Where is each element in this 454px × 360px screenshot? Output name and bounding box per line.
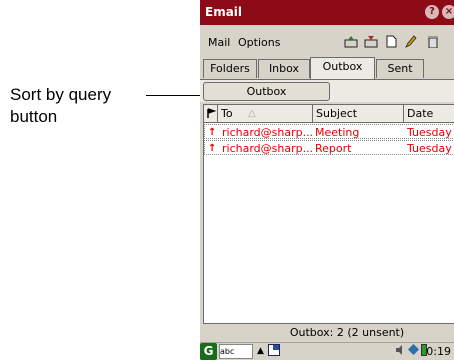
table-row[interactable]: ↑ richard@sharp... Meeting Tuesday	[204, 124, 454, 139]
start-button[interactable]: G	[200, 343, 217, 360]
row-date: Tuesday	[407, 142, 452, 155]
row-date: Tuesday	[407, 126, 452, 139]
flag-column-header[interactable]	[204, 105, 218, 122]
tab-outbox[interactable]: Outbox	[310, 57, 375, 79]
row-subject: Report	[315, 142, 352, 155]
send-receive-icon[interactable]	[344, 35, 358, 48]
column-to[interactable]: To △	[218, 105, 313, 122]
menu-mail[interactable]: Mail	[208, 36, 230, 49]
clock: 0:19	[426, 345, 451, 358]
sort-bar: Outbox	[200, 80, 454, 102]
tab-sent[interactable]: Sent	[376, 59, 424, 78]
table-row[interactable]: ↑ richard@sharp... Report Tuesday	[204, 140, 454, 155]
taskbar: G abc ▲ 0:19	[200, 342, 454, 360]
edit-icon[interactable]	[404, 35, 418, 48]
callout-line	[146, 95, 202, 96]
column-date[interactable]: Date	[404, 105, 454, 122]
input-method-button[interactable]: abc	[219, 344, 253, 359]
receive-icon[interactable]	[364, 35, 378, 48]
folder-tabs: Folders Inbox Outbox Sent	[200, 57, 454, 79]
sort-by-query-callout: Sort by query button	[10, 85, 112, 126]
unsent-arrow-icon: ↑	[208, 143, 217, 154]
window-title: Email	[205, 5, 243, 19]
input-method-label: abc	[220, 347, 235, 356]
window-switch-icon[interactable]	[268, 344, 280, 359]
sort-arrow-icon: △	[248, 108, 256, 119]
row-to: richard@sharp...	[222, 126, 314, 139]
column-subject[interactable]: Subject	[313, 105, 404, 122]
row-to: richard@sharp...	[222, 142, 314, 155]
trash-icon[interactable]	[426, 35, 440, 49]
tab-folders[interactable]: Folders	[203, 59, 257, 78]
message-list: To △ Subject Date ↑ richard@sharp... Mee…	[203, 104, 454, 324]
network-icon[interactable]	[408, 344, 419, 359]
close-button[interactable]: ×	[442, 5, 454, 19]
unsent-arrow-icon: ↑	[208, 127, 217, 138]
flag-icon	[206, 108, 216, 118]
new-message-icon[interactable]	[384, 35, 398, 48]
status-text: Outbox: 2 (2 unsent)	[289, 326, 405, 339]
tab-inbox[interactable]: Inbox	[258, 59, 310, 78]
volume-icon[interactable]	[395, 344, 407, 359]
column-to-label: To	[221, 107, 233, 120]
title-bar: Email ? ×	[200, 0, 454, 25]
email-app-window: Email ? × Mail Options Folders Inbox Out…	[200, 0, 454, 360]
menu-options[interactable]: Options	[238, 36, 280, 49]
up-arrow-icon[interactable]: ▲	[257, 344, 264, 359]
help-button[interactable]: ?	[425, 5, 439, 19]
row-subject: Meeting	[315, 126, 360, 139]
sort-by-query-button[interactable]: Outbox	[203, 82, 330, 101]
menu-bar: Mail Options	[200, 25, 454, 57]
table-header: To △ Subject Date	[204, 105, 454, 123]
